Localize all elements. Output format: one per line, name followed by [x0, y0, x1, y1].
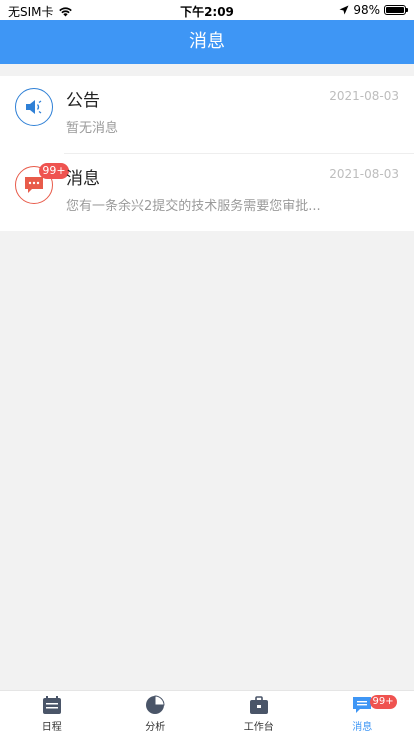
item-title: 公告 [66, 91, 100, 111]
status-bar: 无SIM卡 下午2:09 98% [0, 0, 414, 20]
nav-bar: 消息 [0, 20, 414, 64]
briefcase-icon [249, 696, 268, 714]
item-subtitle: 您有一条余兴2提交的技术服务需要您审批... [66, 199, 321, 214]
item-date: 2021-08-03 [329, 167, 399, 181]
tab-workbench[interactable]: 工作台 [207, 691, 311, 736]
tab-bar: 日程 分析 工作台 99+ 消息 [0, 690, 414, 736]
tab-analysis[interactable]: 分析 [104, 691, 208, 736]
calendar-icon [42, 696, 61, 714]
location-icon [339, 5, 349, 15]
list-item-message[interactable]: 99+ 消息 2021-08-03 您有一条余兴2提交的技术服务需要您审批... [15, 153, 414, 231]
battery-percent: 98% [353, 3, 380, 17]
tab-messages[interactable]: 99+ 消息 [311, 691, 414, 736]
item-date: 2021-08-03 [329, 89, 399, 103]
item-title: 消息 [66, 169, 100, 189]
tab-label: 消息 [352, 722, 373, 733]
tab-badge: 99+ [369, 695, 397, 709]
tab-label: 日程 [41, 722, 62, 733]
message-list: 公告 2021-08-03 暂无消息 99+ 消息 2021-08-03 您有一… [0, 76, 414, 231]
tab-schedule[interactable]: 日程 [0, 691, 104, 736]
battery-level [386, 7, 404, 13]
battery-icon [384, 5, 408, 15]
unread-badge: 99+ [39, 163, 69, 179]
item-subtitle: 暂无消息 [66, 121, 119, 136]
tab-label: 分析 [145, 722, 166, 733]
pie-chart-icon [146, 695, 165, 714]
tab-label: 工作台 [243, 722, 274, 733]
page-title: 消息 [189, 31, 225, 52]
speaker-icon [15, 88, 53, 126]
status-right: 98% [339, 3, 408, 17]
list-item-announcement[interactable]: 公告 2021-08-03 暂无消息 [0, 76, 414, 153]
